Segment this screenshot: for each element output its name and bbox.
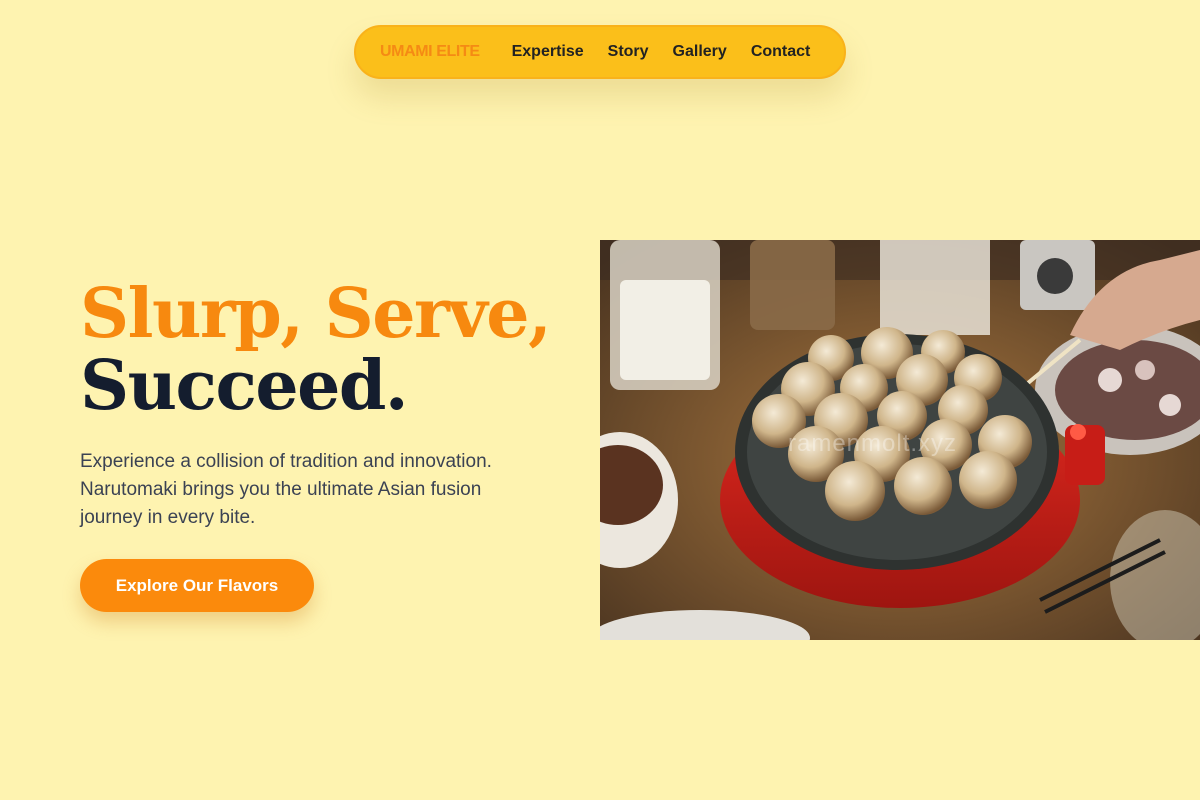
explore-flavors-button[interactable]: Explore Our Flavors bbox=[80, 559, 314, 612]
nav-link-contact[interactable]: Contact bbox=[751, 43, 811, 61]
top-nav: UMAMI ELITE Expertise Story Gallery Cont… bbox=[354, 25, 846, 79]
hero-title-line2: Succeed. bbox=[80, 346, 409, 426]
nav-links: Expertise Story Gallery Contact bbox=[512, 43, 811, 61]
nav-link-story[interactable]: Story bbox=[608, 43, 649, 61]
brand-logo[interactable]: UMAMI ELITE bbox=[380, 43, 480, 61]
page: UMAMI ELITE Expertise Story Gallery Cont… bbox=[0, 0, 1200, 800]
hero-title-line1: Slurp, Serve, bbox=[80, 274, 552, 354]
nav-link-gallery[interactable]: Gallery bbox=[673, 43, 727, 61]
hero-title: Slurp, Serve, Succeed. bbox=[80, 274, 552, 426]
hero-photo-takoyaki: ramenmolt.xyz bbox=[600, 240, 1200, 640]
hero-description: Experience a collision of tradition and … bbox=[80, 451, 492, 528]
nav-link-expertise[interactable]: Expertise bbox=[512, 43, 584, 61]
photo-watermark: ramenmolt.xyz bbox=[788, 430, 958, 457]
